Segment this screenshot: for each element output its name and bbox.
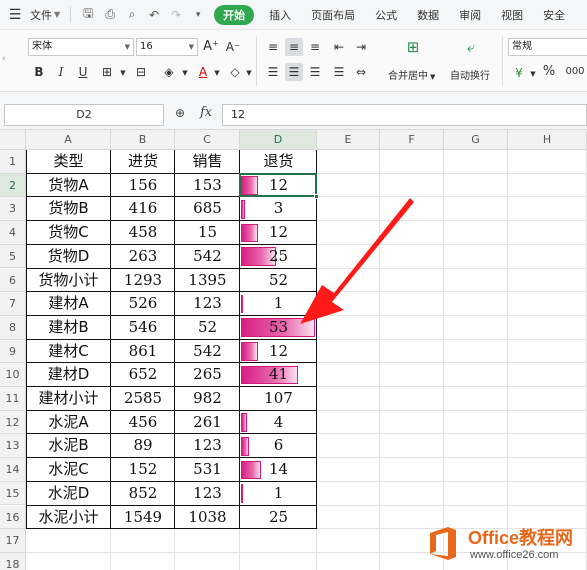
arrow-shape [300,198,414,324]
watermark-brand-office: Office [468,528,520,548]
office-logo-icon [430,527,456,560]
watermark-url: www.office26.com [470,549,559,561]
watermark-brand: Office教程网 [468,524,573,550]
watermark: Office教程网 www.office26.com [418,518,587,570]
annotation-arrow [300,198,414,324]
watermark-brand-cn: 教程网 [519,528,574,549]
spreadsheet-app: ☰ 文件 ▼ 🖫 ⎙ ⌕ ↶ ↷ ▾ 开始 插入 页面布局 公式 数据 审阅 视图… [0,0,587,570]
